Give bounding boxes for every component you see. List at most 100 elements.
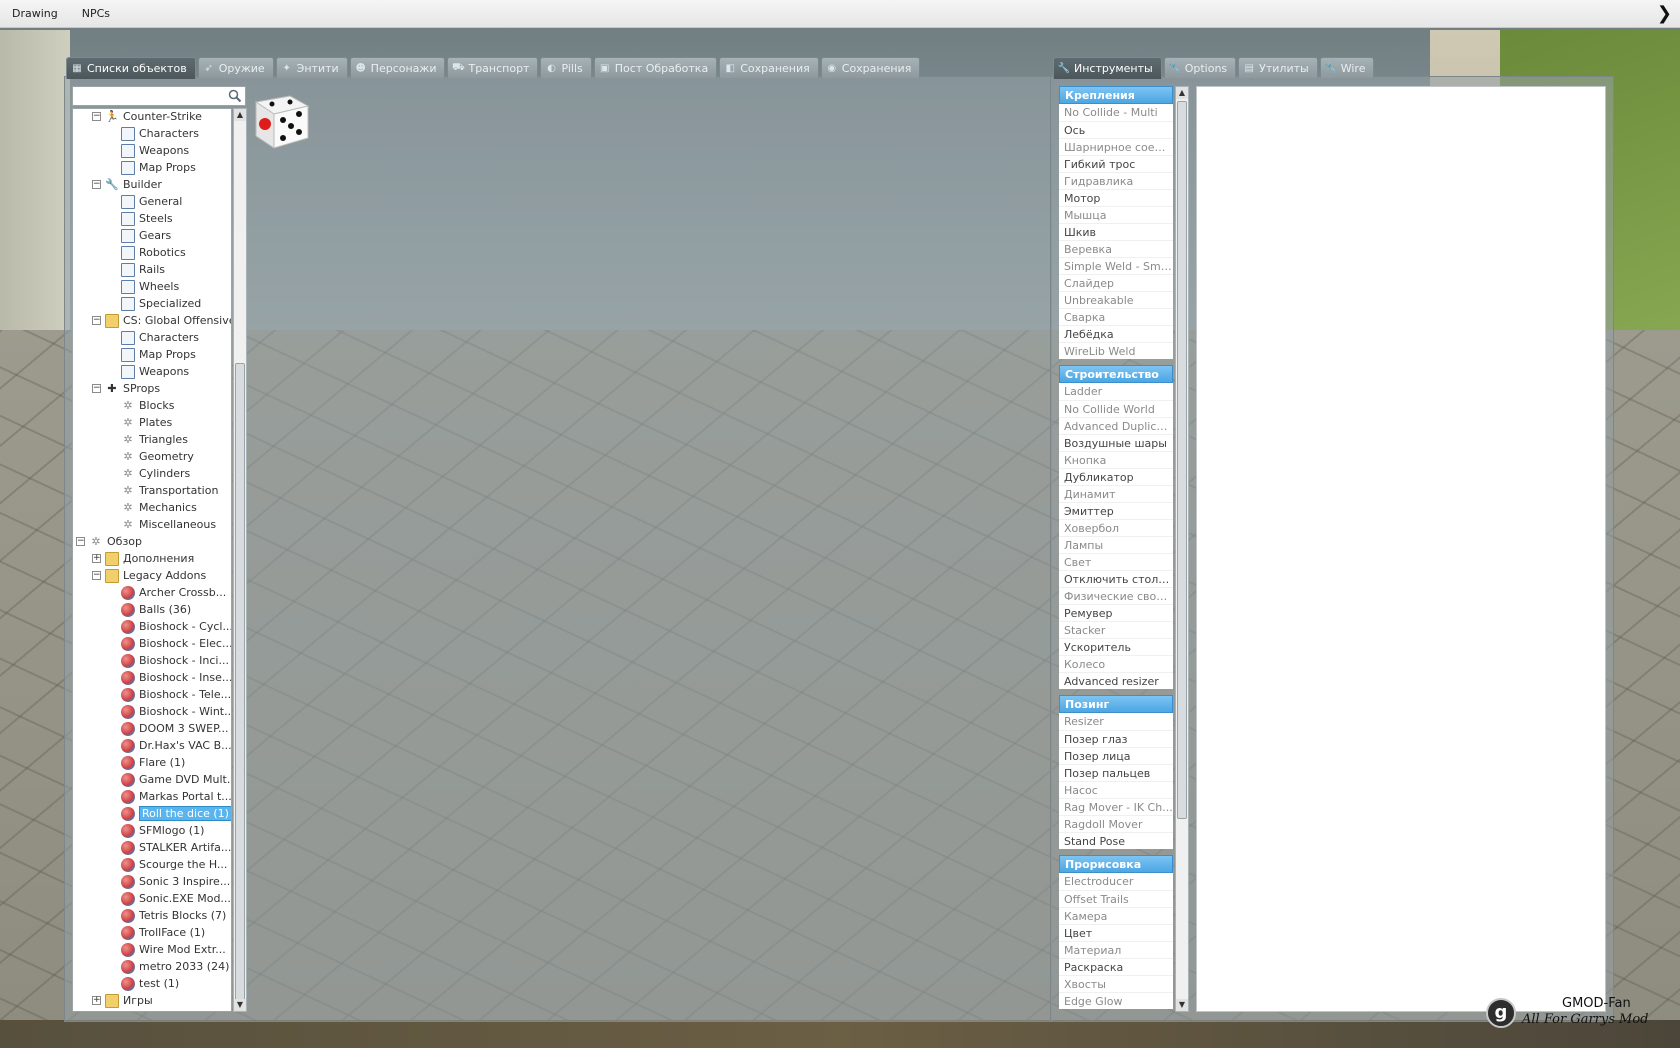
tool-item[interactable]: Unbreakable [1059,291,1173,308]
tool-item[interactable]: Advanced Duplicator [1059,417,1173,434]
tree-item[interactable]: Flare (1) [121,754,185,771]
tool-item[interactable]: Раскраска [1059,958,1173,975]
tool-item[interactable]: Ragdoll Mover [1059,815,1173,832]
left-tab-3[interactable]: ☻ Персонажи [349,57,446,78]
tree-item[interactable]: ✲ Обзор [89,533,142,550]
tree-item[interactable]: Map Props [121,159,196,176]
right-tab-1[interactable]: 🔧 Options [1163,57,1237,78]
tool-item[interactable]: Насос [1059,781,1173,798]
tool-item[interactable]: Шкив [1059,223,1173,240]
tree-item[interactable]: Gears [121,227,171,244]
tree-item[interactable]: Characters [121,125,199,142]
tool-item[interactable]: No Collide World [1059,400,1173,417]
tool-item[interactable]: Electroducer [1059,873,1173,890]
tool-item[interactable]: Stacker [1059,621,1173,638]
tool-item[interactable]: Мотор [1059,189,1173,206]
left-tab-4[interactable]: ⛟ Транспорт [447,57,539,78]
tool-item[interactable]: Resizer [1059,713,1173,730]
tool-item[interactable]: Материал [1059,941,1173,958]
tool-item[interactable]: Хвосты [1059,975,1173,992]
tool-item[interactable]: Ось [1059,121,1173,138]
tool-item[interactable]: Позер лица [1059,747,1173,764]
tree-item[interactable]: Robotics [121,244,186,261]
tree-item[interactable]: Steels [121,210,173,227]
tool-item[interactable]: Позер глаз [1059,730,1173,747]
left-tab-5[interactable]: ◐ Pills [540,57,592,78]
collapse-icon[interactable]: − [92,180,101,189]
left-tab-1[interactable]: ➶ Оружие [197,57,274,78]
tree-item[interactable]: Characters [121,329,199,346]
tree-item[interactable]: Map Props [121,346,196,363]
dice-spawn-icon[interactable] [250,86,314,150]
tree-item[interactable]: Balls (36) [121,601,191,618]
tool-item[interactable]: Stand Pose [1059,832,1173,849]
tree-item[interactable]: metro 2033 (24) [121,958,229,975]
tree-item[interactable]: Scourge the H... [121,856,227,873]
tree-item[interactable]: Weapons [121,142,189,159]
tool-item[interactable]: Лампы [1059,536,1173,553]
tool-item[interactable]: Цвет [1059,924,1173,941]
scroll-up-arrow-icon[interactable]: ▲ [1176,87,1188,99]
tool-item[interactable]: Колесо [1059,655,1173,672]
tree-item[interactable]: Bioshock - Cycl... [121,618,231,635]
tree-item[interactable]: ✚ SProps [105,380,160,397]
tree-item[interactable]: DOOM 3 SWEP... [121,720,229,737]
tree-item[interactable]: ✲ Cylinders [121,465,190,482]
scroll-down-arrow-icon[interactable]: ▼ [234,999,246,1011]
tool-item[interactable]: WireLib Weld [1059,342,1173,359]
tree-item[interactable]: Дополнения [105,550,194,567]
tree-item[interactable]: STALKER Artifa... [121,839,231,856]
scroll-up-arrow-icon[interactable]: ▲ [234,109,246,121]
search-input[interactable] [73,87,223,105]
tree-item[interactable]: Roll the dice (1) [121,805,231,822]
tree-item[interactable]: ✲ Triangles [121,431,188,448]
tool-item[interactable]: Advanced resizer [1059,672,1173,689]
collapse-icon[interactable]: − [92,112,101,121]
tool-item[interactable]: Слайдер [1059,274,1173,291]
collapse-icon[interactable]: − [92,316,101,325]
expand-icon[interactable]: + [92,996,101,1005]
tree-item[interactable]: ✲ Geometry [121,448,193,465]
tool-item[interactable]: Сварка [1059,308,1173,325]
tree-item[interactable]: General [121,193,182,210]
tool-item[interactable]: Шарнирное соеди... [1059,138,1173,155]
left-tab-7[interactable]: ◧ Сохранения [719,57,819,78]
collapse-icon[interactable]: − [92,571,101,580]
search-icon[interactable] [228,89,242,103]
tool-item[interactable]: Физические свойс... [1059,587,1173,604]
tree-item[interactable]: Dr.Hax's VAC B... [121,737,231,754]
tree-item[interactable]: Bioshock - Inci... [121,652,229,669]
tool-item[interactable]: Edge Glow [1059,992,1173,1009]
tree-item[interactable]: Sonic 3 Inspire... [121,873,230,890]
tree-item[interactable]: Wheels [121,278,179,295]
tool-item[interactable]: Свет [1059,553,1173,570]
tree-item[interactable]: 🏃 Counter-Strike [105,109,202,125]
tool-item[interactable]: Отключить столк... [1059,570,1173,587]
tree-item[interactable]: Bioshock - Tele... [121,686,231,703]
tool-item[interactable]: Simple Weld - Smart [1059,257,1173,274]
tree-item[interactable]: Game DVD Mult... [121,771,231,788]
tree-item[interactable]: Игры [105,992,153,1009]
tool-item[interactable]: Ускоритель [1059,638,1173,655]
tree-item[interactable]: Markas Portal t... [121,788,231,805]
tree-item[interactable]: Tetris Blocks (7) [121,907,226,924]
tree-item[interactable]: SFMlogo (1) [121,822,204,839]
tool-item[interactable]: Дубликатор [1059,468,1173,485]
tree-scrollbar[interactable]: ▲ ▼ [233,108,247,1012]
right-tab-3[interactable]: 🔧 Wire [1319,57,1375,78]
tool-item[interactable]: Камера [1059,907,1173,924]
tree-item[interactable]: ✲ Transportation [121,482,218,499]
left-tab-0[interactable]: ▦ Списки объектов [66,57,196,79]
tree-item[interactable]: CS: Global Offensive [105,312,231,329]
collapse-icon[interactable]: − [92,384,101,393]
tree-item[interactable]: ✲ Miscellaneous [121,516,216,533]
scroll-down-arrow-icon[interactable]: ▼ [1176,999,1188,1011]
tools-scrollbar[interactable]: ▲ ▼ [1175,86,1189,1012]
expand-icon[interactable]: + [92,554,101,563]
left-tab-6[interactable]: ▣ Пост Обработка [593,57,718,78]
tree-item[interactable]: 🔧 Builder [105,176,162,193]
tool-item[interactable]: Позер пальцев [1059,764,1173,781]
tool-item[interactable]: Offset Trails [1059,890,1173,907]
tool-category-header[interactable]: Прорисовка [1059,855,1173,873]
tree-item[interactable]: Bioshock - Wint... [121,703,231,720]
